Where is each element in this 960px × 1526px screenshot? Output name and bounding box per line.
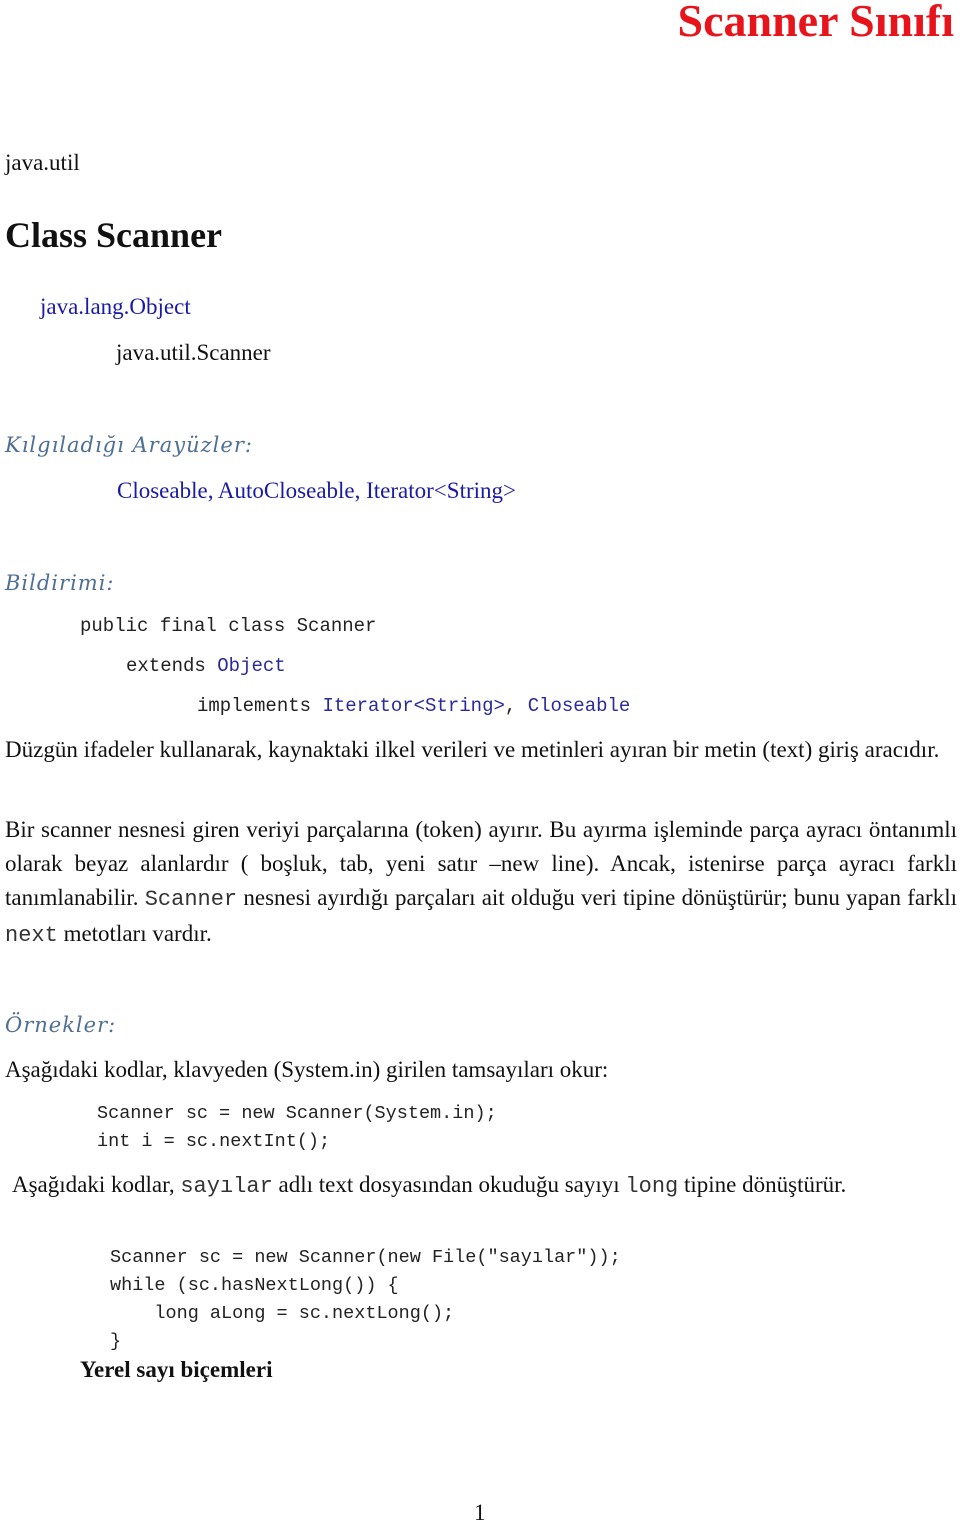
example1-code-block: Scanner sc = new Scanner(System.in); int… xyxy=(97,1100,497,1156)
code-line: long aLong = sc.nextLong(); xyxy=(110,1303,455,1324)
paragraph-text: nesnesi ayırdığı parçaları ait olduğu ve… xyxy=(237,885,958,910)
intro-text: tipine dönüştürür. xyxy=(678,1172,847,1197)
intro-text: adlı text dosyasından okuduğu sayıyı xyxy=(272,1172,626,1197)
example1-intro: Aşağıdaki kodlar, klavyeden (System.in) … xyxy=(5,1057,609,1082)
paragraph-text: metotları vardır. xyxy=(57,921,212,946)
declaration-line: public final class Scanner xyxy=(80,615,377,637)
hierarchy-child: java.util.Scanner xyxy=(116,340,271,365)
description-paragraph: Düzgün ifadeler kullanarak, kaynaktaki i… xyxy=(5,737,940,762)
inline-code-next: next xyxy=(5,923,58,948)
declaration-heading: Bildirimi: xyxy=(5,571,115,595)
inline-code-sayilar: sayılar xyxy=(180,1174,273,1199)
page-title: Scanner Sınıfı xyxy=(677,0,955,46)
code-line: Scanner sc = new Scanner(new File("sayıl… xyxy=(110,1247,621,1268)
code-line: while (sc.hasNextLong()) { xyxy=(110,1275,399,1296)
iterator-link[interactable]: Iterator<String> xyxy=(322,695,504,717)
implements-keyword: implements xyxy=(197,695,312,717)
separator: , xyxy=(504,695,517,717)
section-subheading: Yerel sayı biçemleri xyxy=(80,1357,273,1382)
code-line: int i = sc.nextInt(); xyxy=(97,1131,331,1152)
examples-heading: Örnekler: xyxy=(5,1013,117,1037)
tokenizing-paragraph: Bir scanner nesnesi giren veriyi parçala… xyxy=(5,813,957,953)
inline-code-scanner: Scanner xyxy=(144,887,238,912)
implemented-interfaces-heading: Kılgıladığı Arayüzler: xyxy=(5,433,253,457)
extends-keyword: extends xyxy=(126,655,206,677)
hierarchy-parent-link[interactable]: java.lang.Object xyxy=(40,294,191,320)
declaration-extends-line: extends Object xyxy=(126,655,286,677)
object-link[interactable]: Object xyxy=(217,655,285,677)
code-line: } xyxy=(110,1331,122,1352)
package-name: java.util xyxy=(5,150,80,175)
class-heading: Class Scanner xyxy=(5,215,223,255)
intro-text: Aşağıdaki kodlar, xyxy=(12,1172,181,1197)
implemented-interfaces-list[interactable]: Closeable, AutoCloseable, Iterator<Strin… xyxy=(117,478,516,504)
code-line: Scanner sc = new Scanner(System.in); xyxy=(97,1103,497,1124)
inline-code-long: long xyxy=(625,1174,679,1199)
closeable-link[interactable]: Closeable xyxy=(528,695,631,717)
declaration-implements-line: implements Iterator<String>, Closeable xyxy=(197,695,630,717)
page-number: 1 xyxy=(474,1500,486,1525)
example2-intro: Aşağıdaki kodlar, sayılar adlı text dosy… xyxy=(12,1172,846,1199)
